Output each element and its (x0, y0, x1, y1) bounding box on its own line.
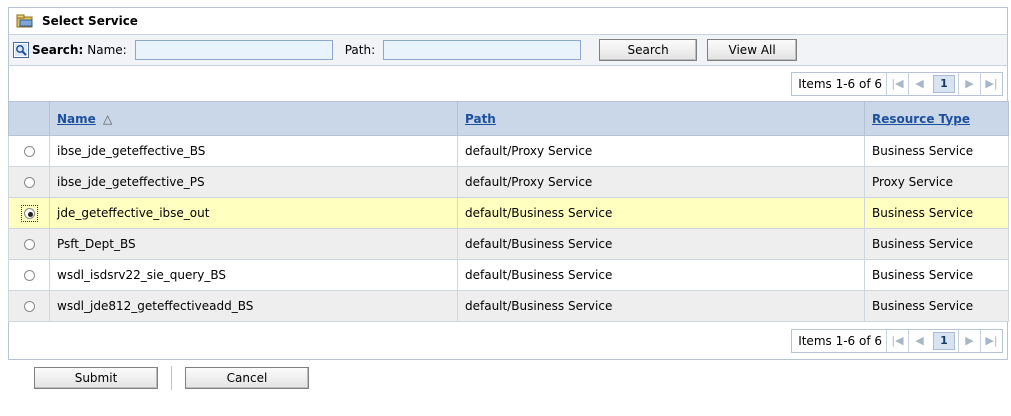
resource-type-cell: Business Service (864, 197, 1009, 229)
first-page-icon[interactable]: |◀ (886, 329, 908, 352)
service-name-cell: Psft_Dept_BS (49, 228, 458, 260)
top-pager-row: Items 1-6 of 6 |◀ ◀ 1 ▶ ▶| (8, 66, 1008, 101)
service-name-cell: ibse_jde_geteffective_PS (49, 166, 458, 198)
resource-type-cell: Business Service (864, 290, 1009, 322)
resource-type-sort-link[interactable]: Resource Type (872, 112, 970, 126)
name-sort-link[interactable]: Name (57, 112, 96, 126)
table-row[interactable]: wsdl_isdsrv22_sie_query_BS default/Busin… (8, 259, 1009, 291)
sort-ascending-icon: △ (102, 111, 113, 126)
table-row[interactable]: ibse_jde_geteffective_BS default/Proxy S… (8, 135, 1009, 167)
bottom-pager-row: Items 1-6 of 6 |◀ ◀ 1 ▶ ▶| (8, 322, 1008, 360)
search-heading: Search: (32, 43, 84, 57)
resource-type-cell: Proxy Service (864, 166, 1009, 198)
resource-type-cell: Business Service (864, 259, 1009, 291)
service-name-cell: jde_geteffective_ibse_out (49, 197, 458, 229)
pagination-top: Items 1-6 of 6 |◀ ◀ 1 ▶ ▶| (791, 71, 1003, 96)
table-row[interactable]: ibse_jde_geteffective_PS default/Proxy S… (8, 166, 1009, 198)
name-search-input[interactable] (134, 40, 333, 60)
previous-page-icon[interactable]: ◀ (908, 329, 930, 352)
first-page-icon[interactable]: |◀ (886, 72, 908, 95)
path-search-input[interactable] (383, 40, 582, 60)
select-service-panel: Select Service Search: Name: Path: Searc… (8, 7, 1009, 407)
search-icon (13, 42, 29, 58)
previous-page-icon[interactable]: ◀ (908, 72, 930, 95)
services-table: Name △ Path Resource Type ibse_jde_getef… (8, 101, 1009, 322)
row-select-radio[interactable] (23, 146, 35, 157)
footer-actions: Submit Cancel (8, 360, 1008, 396)
service-path-cell: default/Proxy Service (457, 166, 865, 198)
path-label: Path: (344, 43, 376, 57)
next-page-icon[interactable]: ▶ (958, 329, 980, 352)
search-bar: Search: Name: Path: Search View All (8, 35, 1008, 66)
row-select-radio[interactable] (23, 177, 35, 188)
current-page-number[interactable]: 1 (933, 331, 955, 350)
path-sort-link[interactable]: Path (465, 112, 496, 126)
table-header-row: Name △ Path Resource Type (8, 101, 1009, 136)
row-select-radio[interactable] (23, 207, 35, 219)
path-column-header[interactable]: Path (457, 101, 865, 136)
items-count-label: Items 1-6 of 6 (798, 333, 882, 348)
resource-type-cell: Business Service (864, 135, 1009, 167)
service-name-cell: ibse_jde_geteffective_BS (49, 135, 458, 167)
name-label: Name: (87, 43, 127, 57)
table-row[interactable]: Psft_Dept_BS default/Business Service Bu… (8, 228, 1009, 260)
button-divider (171, 366, 172, 390)
view-all-button[interactable]: View All (707, 39, 798, 61)
service-name-cell: wsdl_isdsrv22_sie_query_BS (49, 259, 458, 291)
row-select-radio[interactable] (23, 239, 35, 250)
name-column-header[interactable]: Name △ (49, 101, 458, 136)
next-page-icon[interactable]: ▶ (958, 72, 980, 95)
service-path-cell: default/Business Service (457, 290, 865, 322)
cancel-button[interactable]: Cancel (185, 367, 309, 389)
last-page-icon[interactable]: ▶| (980, 329, 1002, 352)
search-button[interactable]: Search (599, 39, 698, 61)
row-select-radio[interactable] (23, 301, 35, 312)
panel-titlebar: Select Service (8, 7, 1008, 35)
row-select-radio[interactable] (23, 270, 35, 281)
service-path-cell: default/Business Service (457, 228, 865, 260)
service-name-cell: wsdl_jde812_geteffectiveadd_BS (49, 290, 458, 322)
select-column-header (8, 101, 50, 136)
submit-button[interactable]: Submit (34, 367, 158, 389)
table-row[interactable]: wsdl_jde812_geteffectiveadd_BS default/B… (8, 290, 1009, 322)
service-path-cell: default/Business Service (457, 197, 865, 229)
pagination-bottom: Items 1-6 of 6 |◀ ◀ 1 ▶ ▶| (791, 328, 1003, 353)
current-page-number[interactable]: 1 (933, 74, 955, 93)
page-title: Select Service (42, 14, 138, 28)
last-page-icon[interactable]: ▶| (980, 72, 1002, 95)
service-folder-icon (16, 14, 33, 28)
service-path-cell: default/Proxy Service (457, 135, 865, 167)
resource-type-column-header[interactable]: Resource Type (864, 101, 1009, 136)
service-path-cell: default/Business Service (457, 259, 865, 291)
table-row-selected[interactable]: jde_geteffective_ibse_out default/Busine… (8, 197, 1009, 229)
resource-type-cell: Business Service (864, 228, 1009, 260)
items-count-label: Items 1-6 of 6 (798, 76, 882, 91)
